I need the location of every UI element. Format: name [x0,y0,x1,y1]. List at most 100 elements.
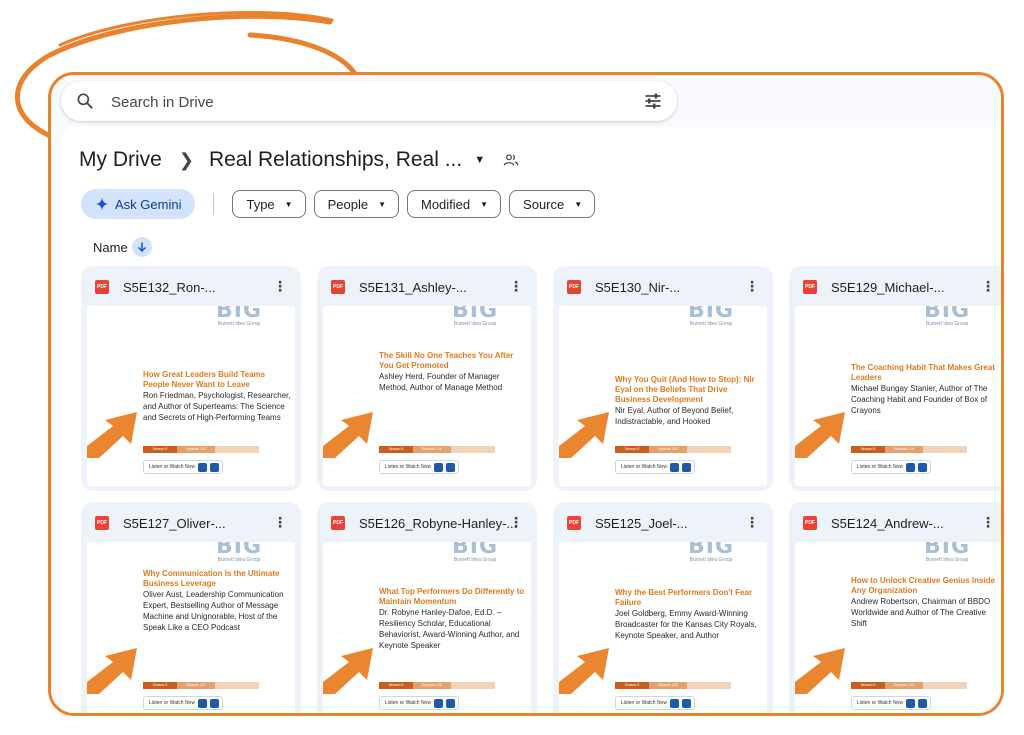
doc-text-block: What Top Performers Do Differently to Ma… [379,587,529,651]
file-card[interactable]: PDF S5E130_Nir-... ⋮ BIG Burnett Idea Gr… [553,266,773,491]
episode-label: Episode 131 [413,446,451,453]
podcast-icon [905,698,915,708]
orange-arrow-graphic [559,648,609,694]
file-card[interactable]: PDF S5E126_Robyne-Hanley-... ⋮ BIG Burne… [317,502,537,713]
listen-badge: Listen or Watch Now [143,460,223,474]
logo-wordmark: BIG [215,306,262,323]
doc-title: How to Unlock Creative Genius Inside Any… [851,576,996,595]
file-card[interactable]: PDF S5E129_Michael-... ⋮ BIG Burnett Ide… [789,266,1001,491]
podcast-icon [905,462,915,472]
doc-title: The Coaching Habit That Makes Great Lead… [851,363,996,382]
bar-tail [687,682,731,689]
main-content: My Drive ❯ Real Relationships, Real ... … [61,127,1001,713]
file-thumbnail[interactable]: BIG Burnett Idea Group How Great Leaders… [87,306,295,486]
file-thumbnail[interactable]: BIG Burnett Idea Group Why Communication… [87,542,295,713]
logo-wordmark: BIG [451,542,498,559]
doc-subtitle: Dr. Robyne Hanley-Dafoe, Ed.D. – Resilie… [379,608,520,650]
file-card-header: PDF S5E125_Joel-... ⋮ [567,514,765,532]
file-name: S5E129_Michael-... [831,279,945,295]
search-icon[interactable] [75,91,95,111]
pdf-icon: PDF [95,280,109,294]
sort-control[interactable]: Name [93,237,152,257]
doc-title: What Top Performers Do Differently to Ma… [379,587,525,606]
orange-arrow-graphic [87,648,137,694]
search-input[interactable] [109,89,633,115]
filter-chip-type[interactable]: Type ▼ [232,190,306,218]
big-logo: BIG Burnett Idea Group [445,306,505,327]
file-card[interactable]: PDF S5E124_Andrew-... ⋮ BIG Burnett Idea… [789,502,1001,713]
dropdown-caret-icon[interactable]: ▼ [474,154,485,166]
listen-label: Listen or Watch Now [385,464,431,470]
podcast-icon [433,698,443,708]
video-icon [445,698,455,708]
file-thumbnail[interactable]: BIG Burnett Idea Group What Top Performe… [323,542,531,713]
file-name: S5E127_Oliver-... [123,515,226,531]
logo-subtext: Burnett Idea Group [217,321,261,327]
episode-label: Episode 124 [885,682,923,689]
bar-tail [215,682,259,689]
doc-title: Why the Best Performers Don't Fear Failu… [615,588,753,607]
file-card-header: PDF S5E131_Ashley-... ⋮ [331,278,529,296]
filter-chip-modified[interactable]: Modified ▼ [406,190,502,218]
filter-chip-source[interactable]: Source ▼ [509,190,596,218]
season-episode-bar: Season 5 Episode 130 [615,446,731,453]
season-label: Season 5 [379,446,413,453]
file-thumbnail[interactable]: BIG Burnett Idea Group The Skill No One … [323,306,531,486]
file-card[interactable]: PDF S5E131_Ashley-... ⋮ BIG Burnett Idea… [317,266,537,491]
file-thumbnail[interactable]: BIG Burnett Idea Group Why the Best Perf… [559,542,767,713]
more-vert-icon[interactable]: ⋮ [981,278,995,295]
doc-text-block: How Great Leaders Build Teams People Nev… [143,370,293,423]
dropdown-caret-icon: ▼ [378,199,386,209]
file-card-header: PDF S5E130_Nir-... ⋮ [567,278,765,296]
breadcrumb-my-drive[interactable]: My Drive [79,148,162,172]
listen-badge: Listen or Watch Now [379,460,459,474]
filter-chip-people[interactable]: People ▼ [313,190,399,218]
filter-chip-label: Source [523,196,565,212]
file-card[interactable]: PDF S5E125_Joel-... ⋮ BIG Burnett Idea G… [553,502,773,713]
season-episode-bar: Season 5 Episode 125 [615,682,731,689]
more-vert-icon[interactable]: ⋮ [509,278,523,295]
logo-subtext: Burnett Idea Group [689,321,733,327]
file-card[interactable]: PDF S5E132_Ron-... ⋮ BIG Burnett Idea Gr… [81,266,301,491]
filter-chip-label: Type [246,196,275,212]
ask-gemini-button[interactable]: Ask Gemini [81,189,196,219]
file-thumbnail[interactable]: BIG Burnett Idea Group The Coaching Habi… [795,306,1001,486]
listen-badge: Listen or Watch Now [615,460,695,474]
season-episode-bar: Season 5 Episode 132 [143,446,259,453]
logo-wordmark: BIG [687,542,734,559]
search-bar[interactable] [61,81,677,121]
big-logo: BIG Burnett Idea Group [917,306,977,327]
season-label: Season 5 [615,446,649,453]
breadcrumb-current-folder[interactable]: Real Relationships, Real ... [209,148,462,172]
file-card[interactable]: PDF S5E127_Oliver-... ⋮ BIG Burnett Idea… [81,502,301,713]
podcast-icon [669,462,679,472]
more-vert-icon[interactable]: ⋮ [745,514,759,531]
big-logo: BIG Burnett Idea Group [681,306,741,327]
more-vert-icon[interactable]: ⋮ [273,514,287,531]
pdf-icon: PDF [567,280,581,294]
file-thumbnail[interactable]: BIG Burnett Idea Group How to Unlock Cre… [795,542,1001,713]
arrow-down-icon [137,242,146,253]
doc-subtitle: Michael Bungay Stanier, Author of The Co… [851,384,988,415]
more-vert-icon[interactable]: ⋮ [745,278,759,295]
more-vert-icon[interactable]: ⋮ [981,514,995,531]
sort-direction-button[interactable] [131,237,152,257]
video-icon [209,698,219,708]
dropdown-caret-icon: ▼ [284,199,293,209]
tune-icon[interactable] [643,91,663,111]
doc-text-block: Why the Best Performers Don't Fear Failu… [615,588,765,641]
season-label: Season 5 [851,682,885,689]
podcast-icon [433,462,443,472]
logo-wordmark: BIG [687,306,734,323]
file-thumbnail[interactable]: BIG Burnett Idea Group Why You Quit (And… [559,306,767,486]
more-vert-icon[interactable]: ⋮ [509,514,523,531]
video-icon [209,462,219,472]
season-label: Season 5 [143,446,177,453]
logo-subtext: Burnett Idea Group [925,557,969,563]
file-card-header: PDF S5E127_Oliver-... ⋮ [95,514,293,532]
listen-label: Listen or Watch Now [149,700,195,706]
more-vert-icon[interactable]: ⋮ [273,278,287,295]
orange-arrow-graphic [795,412,845,458]
episode-label: Episode 127 [177,682,215,689]
listen-label: Listen or Watch Now [621,700,667,706]
